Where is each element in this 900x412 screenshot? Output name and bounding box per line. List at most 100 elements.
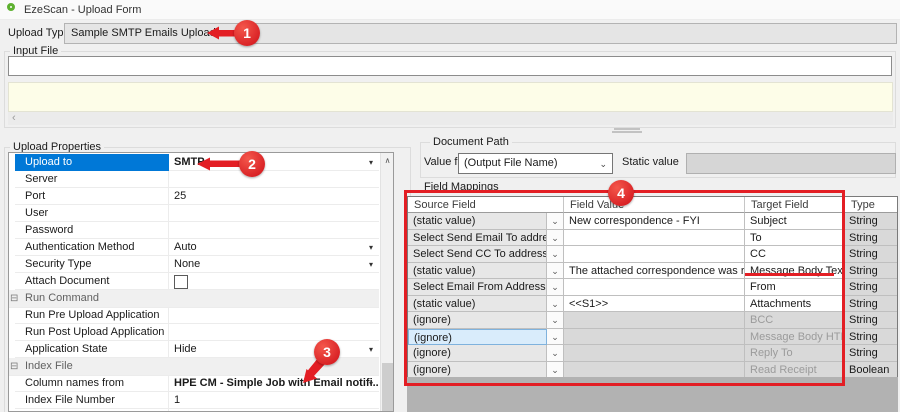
property-value-field[interactable] <box>169 273 379 290</box>
property-row[interactable]: Server <box>9 171 379 188</box>
source-dropdown-icon[interactable]: ⌄ <box>547 345 564 362</box>
field-value-cell[interactable] <box>564 329 745 346</box>
chevron-down-icon: ⌄ <box>599 154 607 174</box>
source-field-cell[interactable]: (ignore) <box>408 362 547 379</box>
field-value-cell[interactable] <box>564 246 745 263</box>
dropdown-arrow-icon[interactable]: ▾ <box>365 375 377 392</box>
type-cell: String <box>845 230 898 247</box>
collapse-icon[interactable]: ⊟ <box>10 290 18 307</box>
property-row[interactable]: Column names fromHPE CM - Simple Job wit… <box>9 375 379 392</box>
column-header-target-field[interactable]: Target Field <box>745 197 845 213</box>
source-field-cell[interactable]: (static value) <box>408 263 547 280</box>
source-dropdown-icon[interactable]: ⌄ <box>547 213 564 230</box>
property-category-row[interactable]: ⊟Index File <box>9 358 379 376</box>
property-value-field[interactable]: 25 <box>169 188 379 205</box>
field-value-cell[interactable]: New correspondence - FYI <box>564 213 745 230</box>
property-row[interactable]: Security TypeNone▾ <box>9 256 379 273</box>
source-dropdown-icon[interactable]: ⌄ <box>547 263 564 280</box>
source-field-cell[interactable]: (ignore) <box>408 312 547 329</box>
source-dropdown-icon[interactable]: ⌄ <box>547 230 564 247</box>
splitter-grip-icon[interactable] <box>614 128 640 130</box>
static-value-field <box>686 153 896 174</box>
target-field-cell: BCC <box>745 312 845 329</box>
source-dropdown-icon[interactable]: ⌄ <box>547 329 564 346</box>
title-bar: EzeScan - Upload Form <box>0 0 900 20</box>
column-header-source-field[interactable]: Source Field <box>408 197 564 213</box>
type-cell: String <box>845 246 898 263</box>
table-empty-area <box>407 377 898 412</box>
field-value-cell[interactable]: <<S1>> <box>564 296 745 313</box>
ezescan-logo-icon <box>7 3 15 11</box>
property-row[interactable]: Run Post Upload Application <box>9 324 379 341</box>
property-value-field[interactable] <box>169 171 379 188</box>
property-row[interactable]: Password <box>9 222 379 239</box>
property-label: Application State <box>15 341 169 358</box>
property-value-field[interactable]: 1 <box>169 392 379 409</box>
field-value-cell[interactable] <box>564 230 745 247</box>
source-field-cell[interactable]: (static value) <box>408 213 547 230</box>
upload-type-combobox[interactable]: Sample SMTP Emails Upload <box>64 23 897 44</box>
attach-document-checkbox[interactable] <box>174 275 188 289</box>
source-dropdown-icon[interactable]: ⌄ <box>547 279 564 296</box>
property-value-field[interactable] <box>169 205 379 222</box>
property-row[interactable]: User <box>9 205 379 222</box>
source-field-cell[interactable]: (ignore) <box>408 345 547 362</box>
field-value-cell[interactable]: The attached correspondence was rec... <box>564 263 745 280</box>
value-from-combobox[interactable]: (Output File Name) ⌄ <box>458 153 613 174</box>
scroll-up-icon[interactable]: ∧ <box>381 154 394 167</box>
input-file-path-field[interactable] <box>8 56 892 76</box>
properties-scrollbar[interactable]: ∧ <box>380 153 394 411</box>
field-value-cell[interactable] <box>564 345 745 362</box>
scrollbar-thumb[interactable] <box>382 363 393 411</box>
property-label: User <box>15 205 169 222</box>
property-label: Security Type <box>15 256 169 273</box>
property-row[interactable]: Index File Number1 <box>9 392 379 409</box>
static-value-label: Static value <box>622 156 679 168</box>
collapse-icon[interactable]: ⊟ <box>10 358 18 375</box>
source-field-cell[interactable]: (static value) <box>408 296 547 313</box>
source-field-cell[interactable]: Select Send CC To address <box>408 246 547 263</box>
type-cell: String <box>845 279 898 296</box>
property-value-field[interactable] <box>169 307 379 324</box>
target-field-cell: Reply To <box>745 345 845 362</box>
property-row[interactable]: Port25 <box>9 188 379 205</box>
value-from-selected: (Output File Name) <box>464 157 558 169</box>
property-value-field[interactable]: HPE CM - Simple Job with Email notifi... <box>169 375 379 392</box>
property-category-row[interactable]: ⊟Run Command <box>9 290 379 308</box>
source-field-cell[interactable]: Select Send Email To address <box>408 230 547 247</box>
dropdown-arrow-icon[interactable]: ▾ <box>365 341 377 358</box>
property-value-field[interactable] <box>169 222 379 239</box>
property-row[interactable]: Run Pre Upload Application <box>9 307 379 324</box>
property-value-field[interactable]: None <box>169 256 379 273</box>
property-row[interactable]: Upload toSMTP▾ <box>9 154 379 171</box>
property-row[interactable]: Application StateHide▾ <box>9 341 379 358</box>
property-value-field[interactable]: SMTP <box>169 154 379 171</box>
field-value-cell[interactable] <box>564 312 745 329</box>
field-value-cell[interactable] <box>564 362 745 379</box>
property-row[interactable]: Authentication MethodAuto▾ <box>9 239 379 256</box>
target-field-cell: Subject <box>745 213 845 230</box>
column-header-type[interactable]: Type <box>845 197 898 213</box>
property-value-field[interactable] <box>169 324 379 341</box>
dropdown-arrow-icon[interactable]: ▾ <box>365 154 377 171</box>
input-file-horizontal-scrollbar[interactable]: ‹ <box>8 112 893 125</box>
dropdown-arrow-icon[interactable]: ▾ <box>365 256 377 273</box>
source-field-cell[interactable]: (ignore) <box>408 329 547 346</box>
input-file-preview-box <box>8 82 893 112</box>
target-field-cell: From <box>745 279 845 296</box>
property-row[interactable]: Attach Document <box>9 273 379 290</box>
document-path-label: Document Path <box>430 136 512 148</box>
property-value-field[interactable]: Auto <box>169 239 379 256</box>
property-value-field[interactable]: Hide <box>169 341 379 358</box>
field-value-cell[interactable] <box>564 279 745 296</box>
column-header-field-value[interactable]: Field Value <box>564 197 745 213</box>
property-label: Server <box>15 171 169 188</box>
splitter-grip-icon[interactable] <box>612 131 642 133</box>
source-field-cell[interactable]: Select Email From Address <box>408 279 547 296</box>
property-label: Password <box>15 222 169 239</box>
source-dropdown-icon[interactable]: ⌄ <box>547 312 564 329</box>
source-dropdown-icon[interactable]: ⌄ <box>547 296 564 313</box>
source-dropdown-icon[interactable]: ⌄ <box>547 246 564 263</box>
dropdown-arrow-icon[interactable]: ▾ <box>365 239 377 256</box>
source-dropdown-icon[interactable]: ⌄ <box>547 362 564 379</box>
